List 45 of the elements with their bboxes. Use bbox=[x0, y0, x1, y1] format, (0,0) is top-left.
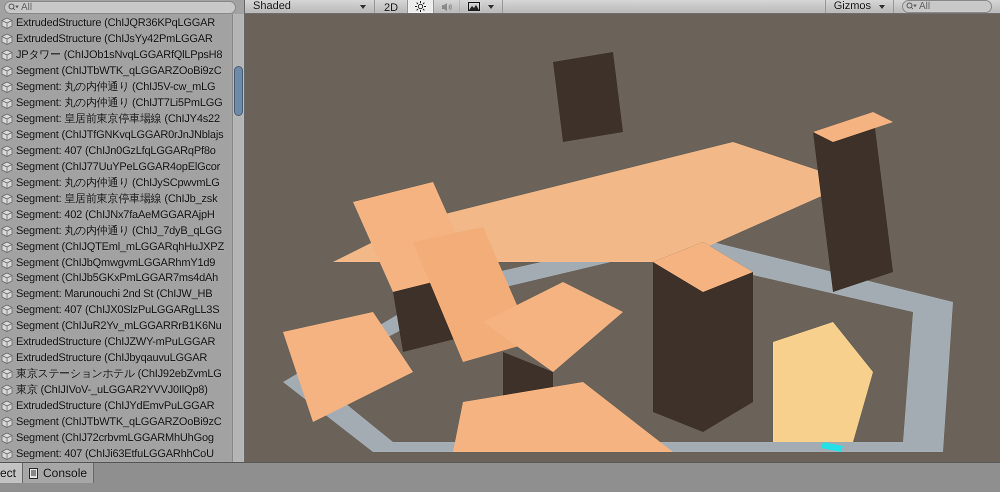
hierarchy-item[interactable]: Segment (ChIJb5GKxPmLGGAR7ms4dAh bbox=[16, 271, 218, 286]
caret-icon bbox=[488, 4, 494, 8]
hierarchy-item[interactable]: Segment: 皇居前東京停車場線 (ChIJY4s22 bbox=[16, 112, 220, 126]
hierarchy-item[interactable]: Segment (ChIJTbWTK_qLGGARZOoBi9zC bbox=[16, 415, 222, 430]
draw-mode-dropdown[interactable]: Shaded bbox=[245, 0, 375, 13]
hierarchy-item[interactable]: ExtrudedStructure (ChIJbyqauvuLGGAR bbox=[16, 351, 208, 366]
hierarchy-item[interactable]: 東京 (ChIJIVoV-_uLGGAR2YVVJ0IlQp8) bbox=[16, 383, 208, 398]
lighting-toggle[interactable] bbox=[408, 0, 434, 13]
hierarchy-item[interactable]: Segment (ChIJbQmwgvmLGGARhmY1d9 bbox=[16, 256, 216, 270]
document-icon bbox=[29, 468, 38, 478]
hierarchy-item[interactable]: Segment (ChIJQTEml_mLGGARqhHuJXPZ bbox=[16, 240, 224, 254]
hierarchy-item[interactable]: JPタワー (ChIJOb1sNvqLGGARfQlLPpsH8 bbox=[16, 48, 222, 62]
hierarchy-item[interactable]: ExtrudedStructure (ChIJsYy42PmLGGAR bbox=[16, 32, 213, 46]
hierarchy-item[interactable]: Segment (ChIJTbWTK_qLGGARZOoBi9zC bbox=[16, 64, 222, 78]
gizmos-dropdown[interactable]: Gizmos bbox=[824, 0, 894, 13]
hierarchy-item[interactable]: ExtrudedStructure (ChIJZWY-mPuLGGAR bbox=[16, 335, 216, 350]
panel-tab[interactable]: Console bbox=[23, 463, 94, 483]
panel-tab[interactable]: ect bbox=[0, 463, 24, 483]
hierarchy-item[interactable]: Segment: 丸の内仲通り (ChIJySCpwvmLG bbox=[16, 176, 220, 190]
search-icon bbox=[906, 2, 917, 10]
hierarchy-item[interactable]: Segment (ChIJuR2Yv_mLGGARRrB1K6Nu bbox=[16, 319, 222, 334]
hierarchy-item[interactable]: Segment: Marunouchi 2nd St (ChIJW_HB bbox=[16, 287, 212, 302]
sun-icon bbox=[415, 1, 426, 12]
search-field[interactable]: All bbox=[902, 0, 992, 13]
hierarchy-item[interactable]: Segment: 皇居前東京停車場線 (ChIJb_zsk bbox=[16, 192, 218, 206]
hierarchy-item[interactable]: Segment (ChIJTfGNKvqLGGAR0rJnJNblajs bbox=[16, 128, 224, 142]
caret-icon bbox=[360, 4, 366, 8]
hierarchy-item[interactable]: Segment (ChIJ77UuYPeLGGAR4opElGcor bbox=[16, 160, 220, 174]
search-icon bbox=[8, 2, 19, 10]
hierarchy-item[interactable]: Segment: 丸の内仲通り (ChIJ5V-cw_mLG bbox=[16, 80, 216, 94]
hierarchy-item[interactable]: ExtrudedStructure (ChIJQR36KPqLGGAR bbox=[16, 16, 216, 30]
hierarchy-item[interactable]: Segment: 407 (ChIJX0SlzPuLGGARgLL3S bbox=[16, 303, 220, 318]
hierarchy-item[interactable]: Segment: 402 (ChIJNx7faAeMGGARAjpH bbox=[16, 208, 215, 222]
hierarchy-item[interactable]: Segment: 丸の内仲通り (ChIJT7Li5PmLGG bbox=[16, 96, 223, 110]
caret-icon bbox=[879, 4, 885, 8]
hierarchy-item[interactable]: Segment: 丸の内仲通り (ChIJ_7dyB_qLGG bbox=[16, 224, 222, 238]
hierarchy-item[interactable]: 東京ステーションホテル (ChIJ92ebZvmLG bbox=[16, 367, 222, 382]
scrollbar[interactable] bbox=[232, 14, 244, 462]
search-field[interactable]: All bbox=[4, 0, 236, 14]
speaker-icon bbox=[440, 2, 453, 12]
hierarchy-item[interactable]: ExtrudedStructure (ChIJYdEmvPuLGGAR bbox=[16, 399, 214, 414]
hierarchy-item[interactable]: Segment: 407 (ChIJi63EtfuLGGARhhCoU bbox=[16, 447, 214, 462]
hierarchy-item[interactable]: Segment (ChIJ72crbvmLGGARMhUhGog bbox=[16, 431, 214, 446]
image-icon bbox=[468, 2, 480, 11]
hierarchy-item[interactable]: Segment: 407 (ChIJn0GzLfqLGGARqPf8o bbox=[16, 144, 216, 158]
